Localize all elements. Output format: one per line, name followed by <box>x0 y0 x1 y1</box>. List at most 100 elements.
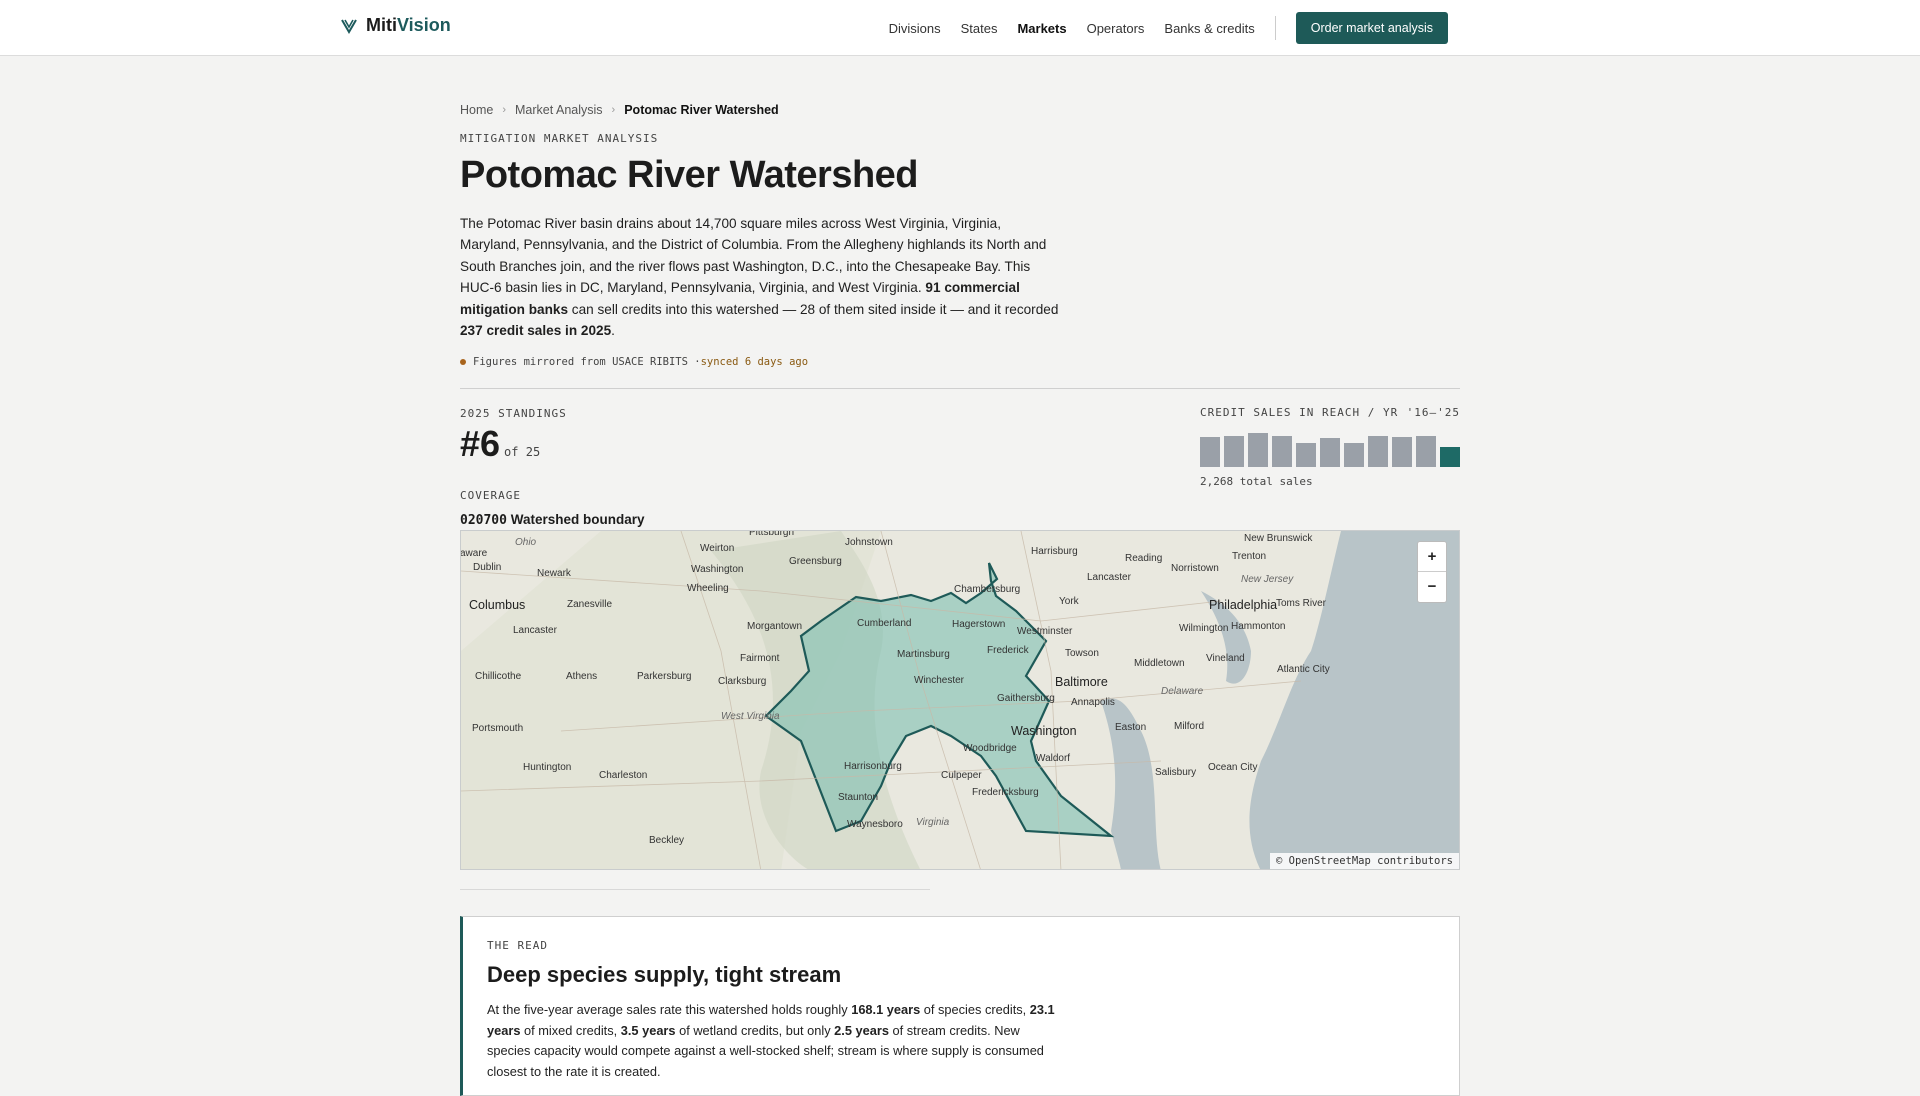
map-label-washington-pa: Washington <box>691 563 744 575</box>
map-attribution[interactable]: © OpenStreetMap contributors <box>1269 852 1459 869</box>
map-label-culpeper: Culpeper <box>941 769 982 781</box>
map-label-milford: Milford <box>1174 720 1205 732</box>
map-label-norristown: Norristown <box>1171 562 1219 574</box>
read-title: Deep species supply, tight stream <box>487 962 842 987</box>
page-eyebrow: MITIGATION MARKET ANALYSIS <box>460 132 659 145</box>
map-label-waynesboro: Waynesboro <box>847 818 903 830</box>
watershed-map[interactable]: Pittsburgh Washington Greensburg Johnstown H… <box>460 529 1460 870</box>
map-label-ocean-city: Ocean City <box>1208 761 1258 773</box>
map-label-pittsburgh: Pittsburgh <box>749 529 795 538</box>
nav-states[interactable]: States <box>961 21 998 36</box>
zoom-in-button[interactable]: + <box>1418 542 1446 572</box>
standings-rank: #6 of 25 <box>460 423 540 465</box>
map-label-staunton: Staunton <box>838 791 879 803</box>
map-label-wilmington: Wilmington <box>1179 622 1229 634</box>
map-label-york: York <box>1059 595 1079 607</box>
map-canvas[interactable] <box>461 530 1460 870</box>
map-label-athens: Athens <box>566 670 598 682</box>
sparkline-bar <box>1440 446 1460 467</box>
map-label-weirton: Weirton <box>700 542 735 554</box>
read-body: At the five-year average sales rate this… <box>487 1000 1057 1082</box>
map-label-vineland: Vineland <box>1206 652 1245 664</box>
map-label-fairmont: Fairmont <box>740 652 780 664</box>
map-label-baltimore: Baltimore <box>1055 674 1108 689</box>
nav-divisions[interactable]: Divisions <box>889 21 941 36</box>
sparkline-bar <box>1320 437 1340 467</box>
status-dot-icon <box>460 358 466 365</box>
coverage-label: COVERAGE <box>460 488 521 502</box>
map-label-winchester: Winchester <box>914 674 965 686</box>
map-label-middletown: Middletown <box>1134 657 1185 669</box>
map-label-charleston: Charleston <box>599 769 648 781</box>
map-label-delaware-oh: aware <box>460 547 488 559</box>
map-label-frederick: Frederick <box>987 644 1029 656</box>
map-label-hammonton: Hammonton <box>1231 620 1286 632</box>
map-label-dublin: Dublin <box>473 561 502 573</box>
map-label-harrisburg: Harrisburg <box>1031 545 1078 557</box>
map-label-hagerstown: Hagerstown <box>952 618 1006 630</box>
sync-source-text: Figures mirrored from USACE RIBITS · <box>473 355 701 368</box>
nav-divider <box>1274 16 1276 40</box>
breadcrumb-section[interactable]: Market Analysis <box>515 103 603 117</box>
sparkline-bar <box>1392 436 1412 467</box>
sparkline-label: CREDIT SALES IN REACH / YR <box>1200 405 1399 419</box>
map-label-virginia: Virginia <box>916 816 950 828</box>
credit-sales-sparkline: CREDIT SALES IN REACH / YR '16–'25 2,268… <box>1200 406 1460 488</box>
logo-icon <box>341 18 357 34</box>
brand-name-b: Vision <box>397 15 451 35</box>
nav-banks-credits[interactable]: Banks & credits <box>1164 21 1254 36</box>
breadcrumb-current: Potomac River Watershed <box>624 103 779 117</box>
nav-operators[interactable]: Operators <box>1087 21 1145 36</box>
map-label-easton: Easton <box>1115 721 1147 733</box>
map-label-atlantic-city: Atlantic City <box>1277 663 1330 675</box>
map-label-greensburg: Greensburg <box>789 555 842 567</box>
map-label-johnstown: Johnstown <box>845 536 893 548</box>
map-label-fredericksburg: Fredericksburg <box>972 786 1039 798</box>
sparkline-total: 2,268 total sales <box>1200 474 1313 488</box>
page-description: The Potomac River basin drains about 14,… <box>460 213 1060 342</box>
order-market-analysis-button[interactable]: Order market analysis <box>1295 12 1448 44</box>
rank-value: #6 <box>460 422 501 464</box>
zoom-out-button[interactable]: − <box>1418 572 1446 602</box>
map-label-gaithersburg: Gaithersburg <box>997 692 1055 704</box>
map-label-parkersburg: Parkersburg <box>637 670 692 682</box>
sparkline-bar <box>1296 442 1316 467</box>
map-zoom-control: + − <box>1417 540 1447 603</box>
main-nav: Divisions States Markets Operators Banks… <box>869 12 1448 44</box>
read-text-2: of species credits, <box>920 1002 1030 1017</box>
breadcrumb-home[interactable]: Home <box>460 103 493 117</box>
desc-text-2: can sell credits into this watershed — 2… <box>568 301 1059 317</box>
map-label-harrisonburg: Harrisonburg <box>844 760 902 772</box>
boundary-title: 020700 Watershed boundary <box>460 512 1460 528</box>
map-label-westminster: Westminster <box>1017 625 1073 637</box>
sync-age-text: synced 6 days ago <box>700 355 809 368</box>
breadcrumb: Home › Market Analysis › Potomac River W… <box>460 100 1460 120</box>
standings-label: 2025 STANDINGS <box>460 406 567 420</box>
map-label-morgantown: Morgantown <box>747 620 803 632</box>
boundary-code: 020700 <box>460 512 507 528</box>
sync-status: Figures mirrored from USACE RIBITS · syn… <box>460 356 1460 368</box>
page-title: Potomac River Watershed <box>460 154 919 196</box>
map-label-columbus: Columbus <box>469 597 526 612</box>
sparkline-bar <box>1224 435 1244 467</box>
map-label-woodbridge: Woodbridge <box>963 742 1017 754</box>
read-eyebrow: THE READ <box>487 939 548 952</box>
read-text-3: of mixed credits, <box>520 1022 621 1038</box>
read-text-1: At the five-year average sales rate this… <box>487 1002 852 1017</box>
map-label-philadelphia: Philadelphia <box>1209 597 1278 612</box>
page-content: Home › Market Analysis › Potomac River W… <box>460 100 1460 870</box>
chevron-right-icon: › <box>611 104 616 116</box>
map-label-huntington: Huntington <box>523 761 572 773</box>
brand-logo[interactable]: MitiVision <box>340 15 451 36</box>
map-label-washington-dc: Washington <box>1011 723 1077 738</box>
sparkline-bar <box>1368 435 1388 467</box>
map-label-zanesville: Zanesville <box>567 598 613 610</box>
map-label-cumberland: Cumberland <box>857 617 912 629</box>
sparkline-bars <box>1200 427 1460 467</box>
read-wetland-years: 3.5 years <box>620 1022 676 1038</box>
sparkline-bar <box>1200 436 1220 467</box>
map-label-trenton: Trenton <box>1232 550 1267 562</box>
nav-markets[interactable]: Markets <box>1017 21 1066 36</box>
top-navbar: MitiVision Divisions States Markets Oper… <box>0 0 1920 56</box>
standings-row: 2025 STANDINGS #6 of 25 CREDIT SALES IN R… <box>460 389 1460 489</box>
